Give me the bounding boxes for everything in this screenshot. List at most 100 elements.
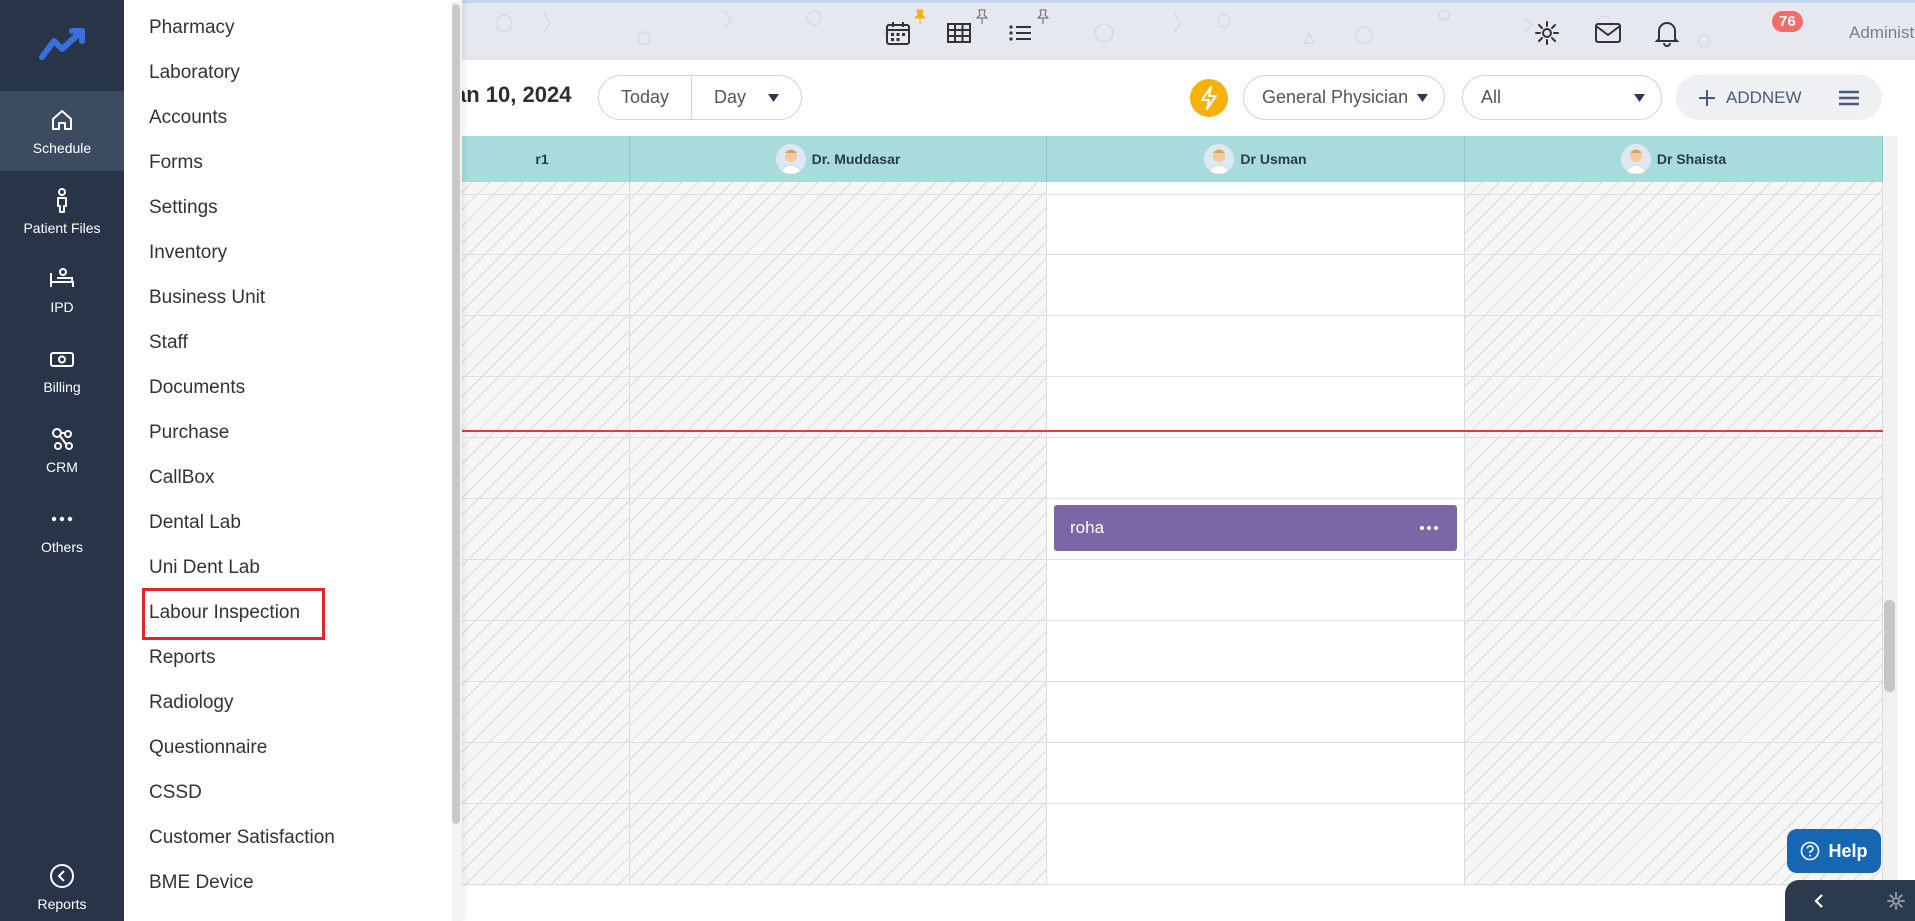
user-name[interactable]: Administrator [1849, 23, 1915, 43]
sidebar-item-crm[interactable]: CRM [0, 410, 124, 490]
today-button[interactable]: Today [599, 76, 691, 119]
sidebar-item-label: Patient Files [23, 220, 101, 236]
sidebar-item-label: Schedule [32, 140, 92, 156]
calendar-column[interactable] [630, 182, 1047, 886]
more-dots-icon [51, 516, 73, 522]
quick-action-button[interactable] [1190, 79, 1228, 117]
add-new-label: ADDNEW [1726, 87, 1802, 107]
menu-item-business-unit[interactable]: Business Unit [149, 283, 265, 313]
menu-item-laboratory[interactable]: Laboratory [149, 58, 240, 88]
menu-item-pharmacy[interactable]: Pharmacy [149, 13, 235, 43]
menu-item-bme-device[interactable]: BME Device [149, 868, 254, 898]
slot-divider [455, 315, 1883, 316]
menu-item-uni-dent-lab[interactable]: Uni Dent Lab [149, 553, 260, 583]
sidebar-item-others[interactable]: Others [0, 490, 124, 570]
menu-item-callbox[interactable]: CallBox [149, 463, 214, 493]
menu-item-forms[interactable]: Forms [149, 148, 203, 178]
list-icon [1009, 25, 1031, 41]
doctor-name: r1 [535, 151, 549, 167]
view-select[interactable]: Day [691, 76, 801, 119]
sidebar-item-label: Billing [43, 379, 81, 395]
hamburger-menu-icon[interactable] [1838, 90, 1860, 106]
slot-divider [455, 884, 1883, 885]
filter-select-value: All [1481, 87, 1502, 107]
menu-item-staff[interactable]: Staff [149, 328, 188, 358]
sidebar-item-schedule[interactable]: Schedule [0, 91, 124, 171]
calendar-column[interactable] [1465, 182, 1883, 886]
menu-item-accounts[interactable]: Accounts [149, 103, 227, 133]
menu-item-dental-lab[interactable]: Dental Lab [149, 508, 241, 538]
sidebar-item-billing[interactable]: Billing [0, 330, 124, 410]
column-header: Dr Usman [1047, 136, 1465, 182]
pin-icon[interactable] [976, 9, 988, 25]
slot-divider [455, 620, 1883, 621]
question-circle-icon [1801, 841, 1820, 861]
menu-item-customer-satisfaction[interactable]: Customer Satisfaction [149, 823, 335, 853]
calendar-icon [886, 22, 910, 45]
sidebar-item-label: Others [40, 539, 83, 555]
caret-down-icon [1634, 93, 1645, 102]
slot-divider [455, 742, 1883, 743]
lightning-icon [1201, 86, 1217, 110]
mail-icon [1595, 23, 1621, 43]
gear-icon[interactable] [1887, 891, 1905, 910]
money-icon [50, 352, 74, 367]
caret-down-icon [768, 93, 780, 102]
calendar-view-button[interactable] [882, 17, 914, 49]
column-header: Dr. Muddasar [630, 136, 1047, 182]
settings-button[interactable] [1531, 17, 1563, 49]
slot-divider [455, 681, 1883, 682]
help-button[interactable]: Help [1787, 829, 1881, 873]
modules-menu: Pharmacy Laboratory Accounts Forms Setti… [124, 0, 462, 921]
doctor-avatar [775, 144, 806, 174]
network-icon [52, 428, 73, 450]
chevron-left-icon[interactable] [1813, 893, 1825, 909]
add-new-button[interactable]: ADDNEW [1676, 75, 1882, 120]
filter-select[interactable]: All [1462, 75, 1662, 120]
slot-divider [455, 437, 1883, 438]
slot-divider [455, 376, 1883, 377]
home-icon [52, 110, 72, 130]
sidebar-item-reports[interactable]: Reports [0, 852, 124, 921]
menu-item-radiology[interactable]: Radiology [149, 688, 234, 718]
more-options-icon[interactable] [1419, 525, 1439, 531]
sidebar-item-ipd[interactable]: IPD [0, 250, 124, 330]
sidebar-item-label: CRM [46, 459, 78, 475]
sidebar-item-patient-files[interactable]: Patient Files [0, 171, 124, 251]
column-header: Dr Shaista [1465, 136, 1883, 182]
app-logo[interactable] [0, 0, 124, 90]
menu-item-documents[interactable]: Documents [149, 373, 245, 403]
menu-item-reports[interactable]: Reports [149, 643, 216, 673]
menu-scrollbar-thumb[interactable] [452, 4, 460, 824]
bottom-widget-bar [1785, 880, 1915, 921]
appointment-card[interactable]: roha [1054, 505, 1457, 551]
sidebar-item-label: Reports [37, 895, 87, 912]
specialty-select[interactable]: General Physician [1243, 75, 1445, 120]
doctor-avatar-icon [780, 149, 802, 174]
view-controls: Today Day [598, 75, 803, 120]
doctor-name: Dr Shaista [1656, 151, 1727, 167]
menu-item-purchase[interactable]: Purchase [149, 418, 229, 448]
notifications-button[interactable] [1651, 17, 1683, 49]
logo-chart-icon [39, 28, 85, 60]
date-title: an 10, 2024 [454, 82, 572, 107]
messages-button[interactable] [1592, 17, 1624, 49]
doctor-name: Dr Usman [1240, 151, 1307, 167]
doctor-avatar-icon [1208, 149, 1230, 174]
menu-item-questionnaire[interactable]: Questionnaire [149, 733, 267, 763]
menu-item-cssd[interactable]: CSSD [149, 778, 202, 808]
back-circle-icon [50, 863, 74, 888]
menu-item-inventory[interactable]: Inventory [149, 238, 227, 268]
person-icon [57, 188, 67, 213]
pin-icon[interactable] [1037, 9, 1049, 25]
bed-icon [50, 268, 74, 287]
view-select-value: Day [714, 87, 747, 107]
list-view-button[interactable] [1004, 17, 1036, 49]
calendar-scrollbar-thumb[interactable] [1884, 600, 1895, 692]
menu-item-settings[interactable]: Settings [149, 193, 218, 223]
grid-view-button[interactable] [943, 17, 975, 49]
highlight-box [142, 588, 325, 640]
notification-badge: 76 [1772, 11, 1803, 32]
calendar-scrollbar[interactable] [1883, 136, 1897, 886]
calendar-column[interactable] [455, 182, 630, 886]
